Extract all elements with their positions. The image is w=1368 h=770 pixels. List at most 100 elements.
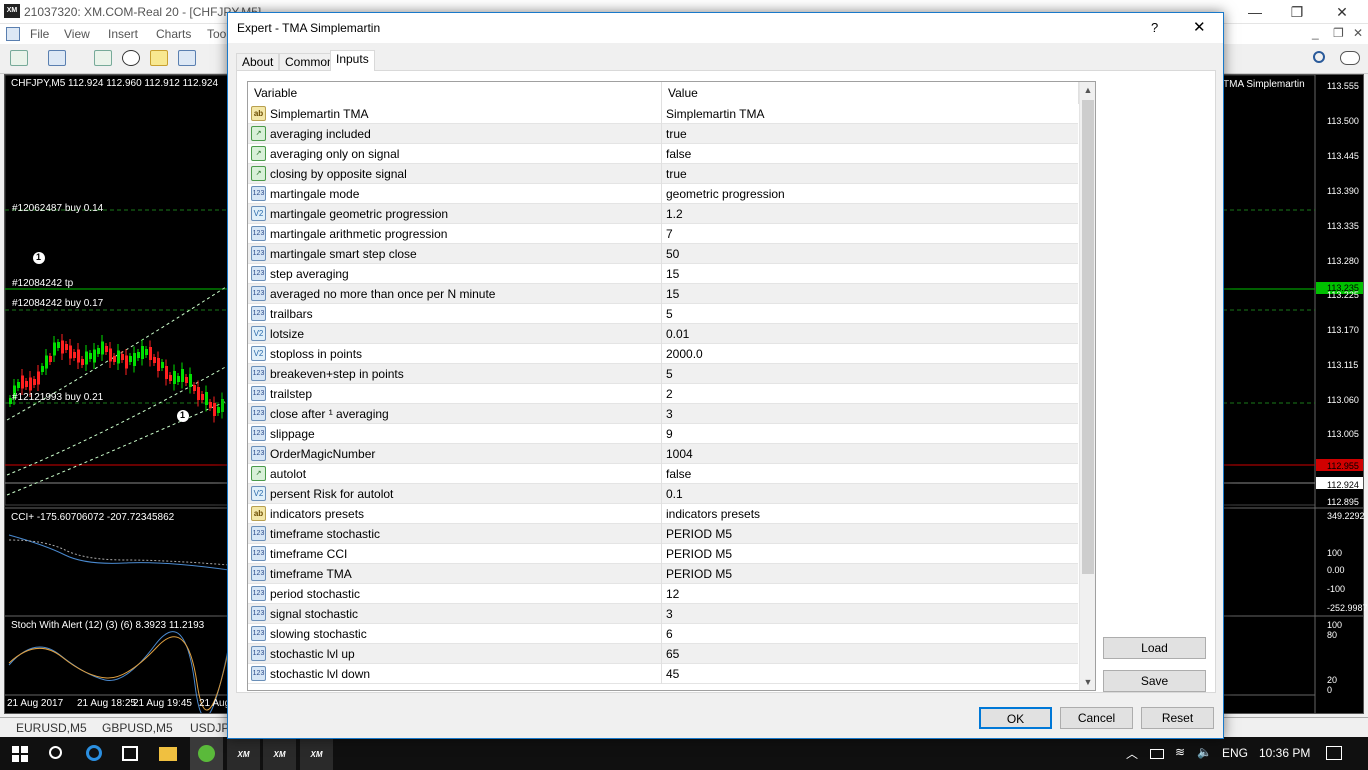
help-button[interactable]: ? xyxy=(1151,20,1158,35)
param-value[interactable]: 0.01 xyxy=(666,327,689,341)
windows-start-icon[interactable] xyxy=(12,746,28,762)
scrollbar-thumb[interactable] xyxy=(1082,100,1094,574)
menu-insert[interactable]: Insert xyxy=(108,27,138,41)
language-indicator[interactable]: ENG xyxy=(1222,746,1248,760)
param-value[interactable]: true xyxy=(666,127,687,141)
param-value[interactable]: 15 xyxy=(666,267,679,281)
param-value[interactable]: geometric progression xyxy=(666,187,785,201)
scroll-down-arrow-icon[interactable]: ▼ xyxy=(1082,675,1094,689)
search-icon[interactable] xyxy=(1313,51,1325,63)
input-row[interactable]: 123 martingale smart step close 50 xyxy=(248,244,1078,264)
input-row[interactable]: ↗ closing by opposite signal true xyxy=(248,164,1078,184)
param-value[interactable]: 6 xyxy=(666,627,673,641)
param-value[interactable]: 5 xyxy=(666,307,673,321)
input-row[interactable]: 123 step averaging 15 xyxy=(248,264,1078,284)
input-row[interactable]: ab indicators presets indicators presets xyxy=(248,504,1078,524)
minimize-button[interactable]: — xyxy=(1240,2,1270,22)
param-value[interactable]: PERIOD M5 xyxy=(666,527,732,541)
navigator-icon[interactable] xyxy=(94,50,112,66)
input-row[interactable]: V2 stoploss in points 2000.0 xyxy=(248,344,1078,364)
chevron-up-icon[interactable]: ︿ xyxy=(1126,745,1138,762)
battery-icon[interactable] xyxy=(1150,749,1164,759)
input-row[interactable]: 123 timeframe TMA PERIOD M5 xyxy=(248,564,1078,584)
param-value[interactable]: false xyxy=(666,147,691,161)
param-value[interactable]: 12 xyxy=(666,587,679,601)
input-row[interactable]: 123 stochastic lvl down 45 xyxy=(248,664,1078,684)
clock[interactable]: 10:36 PM xyxy=(1259,746,1310,760)
input-row[interactable]: 123 breakeven+step in points 5 xyxy=(248,364,1078,384)
menu-file[interactable]: File xyxy=(30,27,49,41)
param-value[interactable]: 65 xyxy=(666,647,679,661)
input-row[interactable]: 123 trailbars 5 xyxy=(248,304,1078,324)
ok-button[interactable]: OK xyxy=(979,707,1052,729)
input-row[interactable]: 123 martingale arithmetic progression 7 xyxy=(248,224,1078,244)
reset-button[interactable]: Reset xyxy=(1141,707,1214,729)
dialog-close-button[interactable]: ✕ xyxy=(1193,18,1206,36)
symbol-tab-eurusd[interactable]: EURUSD,M5 xyxy=(16,721,87,735)
param-value[interactable]: indicators presets xyxy=(666,507,760,521)
menu-charts[interactable]: Charts xyxy=(156,27,191,41)
input-row[interactable]: 123 timeframe CCI PERIOD M5 xyxy=(248,544,1078,564)
taskbar-active-app[interactable] xyxy=(190,737,223,770)
cancel-button[interactable]: Cancel xyxy=(1060,707,1133,729)
param-value[interactable]: 2000.0 xyxy=(666,347,703,361)
tab-inputs[interactable]: Inputs xyxy=(330,50,375,71)
input-row[interactable]: 123 slowing stochastic 6 xyxy=(248,624,1078,644)
new-chart-icon[interactable] xyxy=(10,50,28,66)
menu-tools[interactable]: Too xyxy=(207,27,226,41)
wifi-icon[interactable]: ≋ xyxy=(1175,745,1185,759)
mdi-restore-button[interactable]: ❐ xyxy=(1333,26,1344,40)
profiles-icon[interactable] xyxy=(48,50,66,66)
data-window-icon[interactable] xyxy=(178,50,196,66)
param-value[interactable]: 9 xyxy=(666,427,673,441)
xm-taskbar-app-1[interactable]: XM xyxy=(227,739,260,770)
param-value[interactable]: 0.1 xyxy=(666,487,683,501)
param-value[interactable]: 1004 xyxy=(666,447,693,461)
param-value[interactable]: 1.2 xyxy=(666,207,683,221)
chat-icon[interactable] xyxy=(1340,51,1360,65)
input-row[interactable]: ↗ averaging included true xyxy=(248,124,1078,144)
param-value[interactable]: 7 xyxy=(666,227,673,241)
search-taskbar-icon[interactable] xyxy=(49,746,62,759)
input-row[interactable]: 123 timeframe stochastic PERIOD M5 xyxy=(248,524,1078,544)
param-value[interactable]: PERIOD M5 xyxy=(666,547,732,561)
menu-view[interactable]: View xyxy=(64,27,90,41)
input-row[interactable]: V2 persent Risk for autolot 0.1 xyxy=(248,484,1078,504)
input-row[interactable]: V2 lotsize 0.01 xyxy=(248,324,1078,344)
mdi-close-button[interactable]: ✕ xyxy=(1353,26,1363,40)
param-value[interactable]: 3 xyxy=(666,407,673,421)
input-row[interactable]: ab Simplemartin TMA Simplemartin TMA xyxy=(248,104,1078,124)
edge-browser-icon[interactable] xyxy=(86,745,102,761)
input-row[interactable]: 123 close after ¹ averaging 3 xyxy=(248,404,1078,424)
input-row[interactable]: 123 signal stochastic 3 xyxy=(248,604,1078,624)
notifications-icon[interactable] xyxy=(1326,746,1342,760)
store-icon[interactable] xyxy=(122,746,138,761)
save-button[interactable]: Save xyxy=(1103,670,1206,692)
symbol-tab-gbpusd[interactable]: GBPUSD,M5 xyxy=(102,721,173,735)
chart-window-icon[interactable] xyxy=(6,27,20,41)
input-row[interactable]: 123 martingale mode geometric progression xyxy=(248,184,1078,204)
param-value[interactable]: 50 xyxy=(666,247,679,261)
input-row[interactable]: ↗ autolot false xyxy=(248,464,1078,484)
param-value[interactable]: 2 xyxy=(666,387,673,401)
input-row[interactable]: 123 slippage 9 xyxy=(248,424,1078,444)
xm-taskbar-app-3[interactable]: XM xyxy=(300,739,333,770)
param-value[interactable]: true xyxy=(666,167,687,181)
favorites-icon[interactable] xyxy=(150,50,168,66)
input-row[interactable]: 123 stochastic lvl up 65 xyxy=(248,644,1078,664)
volume-icon[interactable]: 🔈 xyxy=(1197,745,1212,759)
param-value[interactable]: PERIOD M5 xyxy=(666,567,732,581)
param-value[interactable]: false xyxy=(666,467,691,481)
column-header-variable[interactable]: Variable xyxy=(248,82,662,104)
xm-taskbar-app-2[interactable]: XM xyxy=(263,739,296,770)
restore-button[interactable]: ❐ xyxy=(1282,2,1312,22)
close-button[interactable]: ✕ xyxy=(1327,2,1357,22)
input-row[interactable]: 123 period stochastic 12 xyxy=(248,584,1078,604)
param-value[interactable]: 3 xyxy=(666,607,673,621)
input-row[interactable]: V2 martingale geometric progression 1.2 xyxy=(248,204,1078,224)
column-header-value[interactable]: Value xyxy=(662,82,1079,104)
param-value[interactable]: Simplemartin TMA xyxy=(666,107,764,121)
tab-about[interactable]: About xyxy=(236,53,280,71)
mdi-minimize-button[interactable]: _ xyxy=(1312,26,1319,40)
crosshair-icon[interactable] xyxy=(122,50,140,66)
